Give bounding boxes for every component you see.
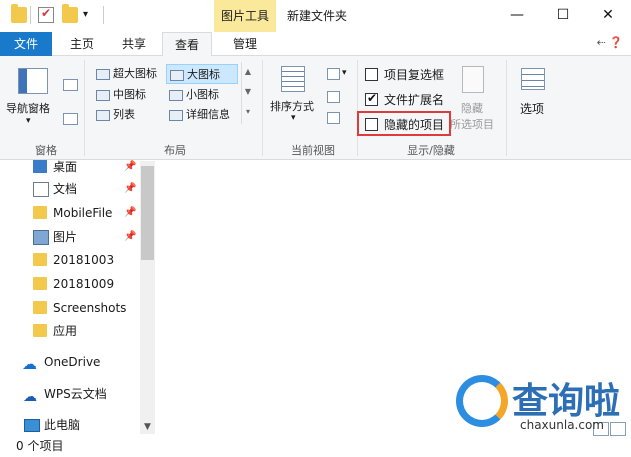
minimize-button[interactable]: —: [494, 0, 540, 30]
maximize-button[interactable]: ☐: [540, 0, 586, 30]
document-icon: [33, 182, 49, 197]
folder-icon: [33, 206, 47, 219]
nav-item-pictures[interactable]: 图片 📌: [0, 225, 140, 249]
tab-home[interactable]: 主页: [58, 32, 106, 56]
pin-icon[interactable]: 📌: [124, 225, 136, 249]
pin-icon[interactable]: 📌: [124, 177, 136, 201]
options-icon[interactable]: [521, 68, 545, 90]
nav-item-onedrive[interactable]: ☁ OneDrive: [0, 350, 140, 374]
desktop-icon: [33, 160, 47, 173]
layout-extra-large-icons[interactable]: 超大图标: [93, 64, 165, 84]
layout-large-icons[interactable]: 大图标: [166, 64, 238, 84]
file-extensions-label: 文件扩展名: [384, 93, 445, 107]
large-icons-view-icon[interactable]: [610, 422, 626, 436]
divider: [357, 60, 358, 156]
nav-item-apps[interactable]: 应用: [0, 319, 140, 343]
scroll-down-icon[interactable]: ▼: [140, 420, 155, 434]
pin-icon[interactable]: 📌: [124, 155, 136, 179]
pane-group: 导航窗格 ▾: [4, 60, 84, 140]
chevron-down-icon[interactable]: ▾: [291, 113, 296, 123]
ribbon-tabs: 文件 主页 共享 查看 管理 ⇠ ❓: [0, 32, 631, 57]
layout-list[interactable]: 列表: [93, 105, 165, 125]
pictures-icon: [33, 230, 49, 245]
add-columns-icon[interactable]: [327, 91, 340, 103]
folder-icon: [33, 301, 47, 314]
pin-icon[interactable]: 📌: [124, 201, 136, 225]
divider: [506, 60, 507, 156]
folder-icon: [33, 324, 47, 337]
sort-by-button[interactable]: 排序方式: [270, 98, 314, 114]
watermark-logo-icon: [456, 375, 508, 427]
nav-item-20181009[interactable]: 20181009: [0, 272, 140, 296]
chevron-down-icon[interactable]: ▾: [26, 116, 31, 126]
show-hide-group-label: 显示/隐藏: [407, 144, 455, 157]
wps-cloud-icon: ☁: [23, 389, 37, 405]
nav-item-20181003[interactable]: 20181003: [0, 248, 140, 272]
divider: [30, 6, 31, 24]
chevron-down-icon[interactable]: ▾: [83, 9, 88, 20]
title-bar: ▾ 图片工具 新建文件夹 — ☐ ✕: [0, 0, 631, 32]
chevron-down-icon[interactable]: ▾: [342, 68, 347, 78]
nav-item-documents[interactable]: 文档 📌: [0, 177, 140, 201]
navigation-pane-button[interactable]: 导航窗格: [6, 100, 50, 116]
divider: [262, 60, 263, 156]
nav-item-wps[interactable]: ☁ WPS云文档: [0, 382, 140, 406]
hide-selected-label-line2: 所选项目: [450, 118, 494, 131]
file-extensions-checkbox[interactable]: [365, 91, 378, 106]
layout-small-icons[interactable]: 小图标: [166, 85, 238, 105]
tab-share[interactable]: 共享: [110, 32, 158, 56]
close-button[interactable]: ✕: [585, 0, 631, 30]
hide-selected-label-line1: 隐藏: [461, 102, 483, 115]
options-button[interactable]: 选项: [520, 100, 544, 117]
tab-file[interactable]: 文件: [0, 32, 52, 56]
nav-item-mobilefile[interactable]: MobileFile 📌: [0, 201, 140, 225]
details-pane-icon[interactable]: [63, 113, 78, 125]
cloud-icon: ☁: [22, 355, 37, 373]
folder-icon: [33, 277, 47, 290]
help-icon[interactable]: ⇠ ❓: [597, 36, 623, 49]
properties-icon[interactable]: [38, 6, 54, 23]
layout-medium-icons[interactable]: 中图标: [93, 85, 165, 105]
tab-view[interactable]: 查看: [162, 32, 212, 57]
navigation-pane-icon[interactable]: [18, 68, 48, 94]
layout-details[interactable]: 详细信息: [166, 105, 238, 125]
watermark-text: 查询啦: [512, 381, 621, 422]
nav-scroll-thumb[interactable]: [141, 166, 154, 260]
ribbon: 导航窗格 ▾ 窗格 超大图标 大图标 中图标 小图标 列表 详细信息 ▲ ▼ ▾ 布…: [0, 56, 631, 160]
computer-icon: [24, 419, 40, 432]
current-view-group-label: 当前视图: [291, 144, 335, 157]
hide-selected-icon: [462, 66, 484, 93]
navigation-pane: 桌面 📌 文档 📌 MobileFile 📌 图片 📌 20181003 201…: [0, 160, 155, 434]
status-bar: 0 个项目: [0, 434, 631, 457]
new-folder-icon[interactable]: [62, 4, 78, 23]
item-checkboxes-checkbox[interactable]: [365, 68, 378, 81]
divider: [84, 60, 85, 156]
tab-manage[interactable]: 管理: [214, 32, 276, 56]
nav-item-screenshots[interactable]: Screenshots: [0, 296, 140, 320]
watermark-domain: chaxunla.com: [520, 418, 604, 432]
folder-icon: [11, 4, 27, 23]
sort-by-icon[interactable]: [281, 66, 305, 92]
layout-scroll[interactable]: ▲ ▼ ▾: [241, 62, 254, 124]
hidden-items-highlight: [357, 111, 451, 136]
item-count: 0 个项目: [16, 439, 64, 453]
picture-tools-title: 图片工具: [214, 0, 276, 32]
nav-item-desktop[interactable]: 桌面 📌: [0, 155, 140, 179]
folder-icon: [33, 253, 47, 266]
size-columns-icon[interactable]: [327, 112, 340, 124]
layout-group-label: 布局: [164, 144, 186, 157]
preview-pane-icon[interactable]: [63, 79, 78, 91]
window-title: 新建文件夹: [287, 9, 348, 23]
item-checkboxes-label: 项目复选框: [384, 68, 445, 82]
divider: [103, 6, 104, 24]
group-by-icon[interactable]: [327, 68, 340, 80]
